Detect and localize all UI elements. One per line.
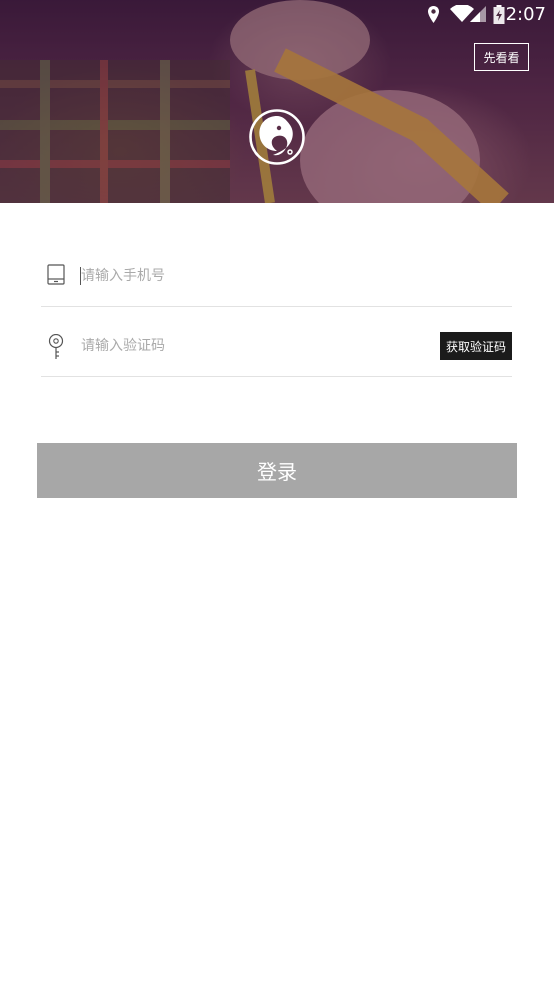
- location-icon: [428, 6, 439, 23]
- hero-photo: [0, 0, 554, 203]
- status-bar: 2:07: [0, 0, 554, 30]
- phone-field: [41, 236, 512, 307]
- battery-icon: [493, 5, 505, 24]
- verification-code-field: 获取验证码: [41, 306, 512, 377]
- status-time: 2:07: [505, 4, 546, 25]
- phone-icon: [47, 264, 65, 285]
- hero-banner: 2:07 先看看: [0, 0, 554, 203]
- phone-input[interactable]: [81, 262, 421, 290]
- signal-icon: [470, 6, 486, 22]
- chameleon-logo-icon: [249, 109, 305, 165]
- verification-code-input[interactable]: [81, 332, 421, 360]
- get-code-button[interactable]: 获取验证码: [440, 332, 512, 360]
- preview-button[interactable]: 先看看: [474, 43, 529, 71]
- key-icon: [48, 334, 64, 359]
- login-button[interactable]: 登录: [37, 443, 517, 498]
